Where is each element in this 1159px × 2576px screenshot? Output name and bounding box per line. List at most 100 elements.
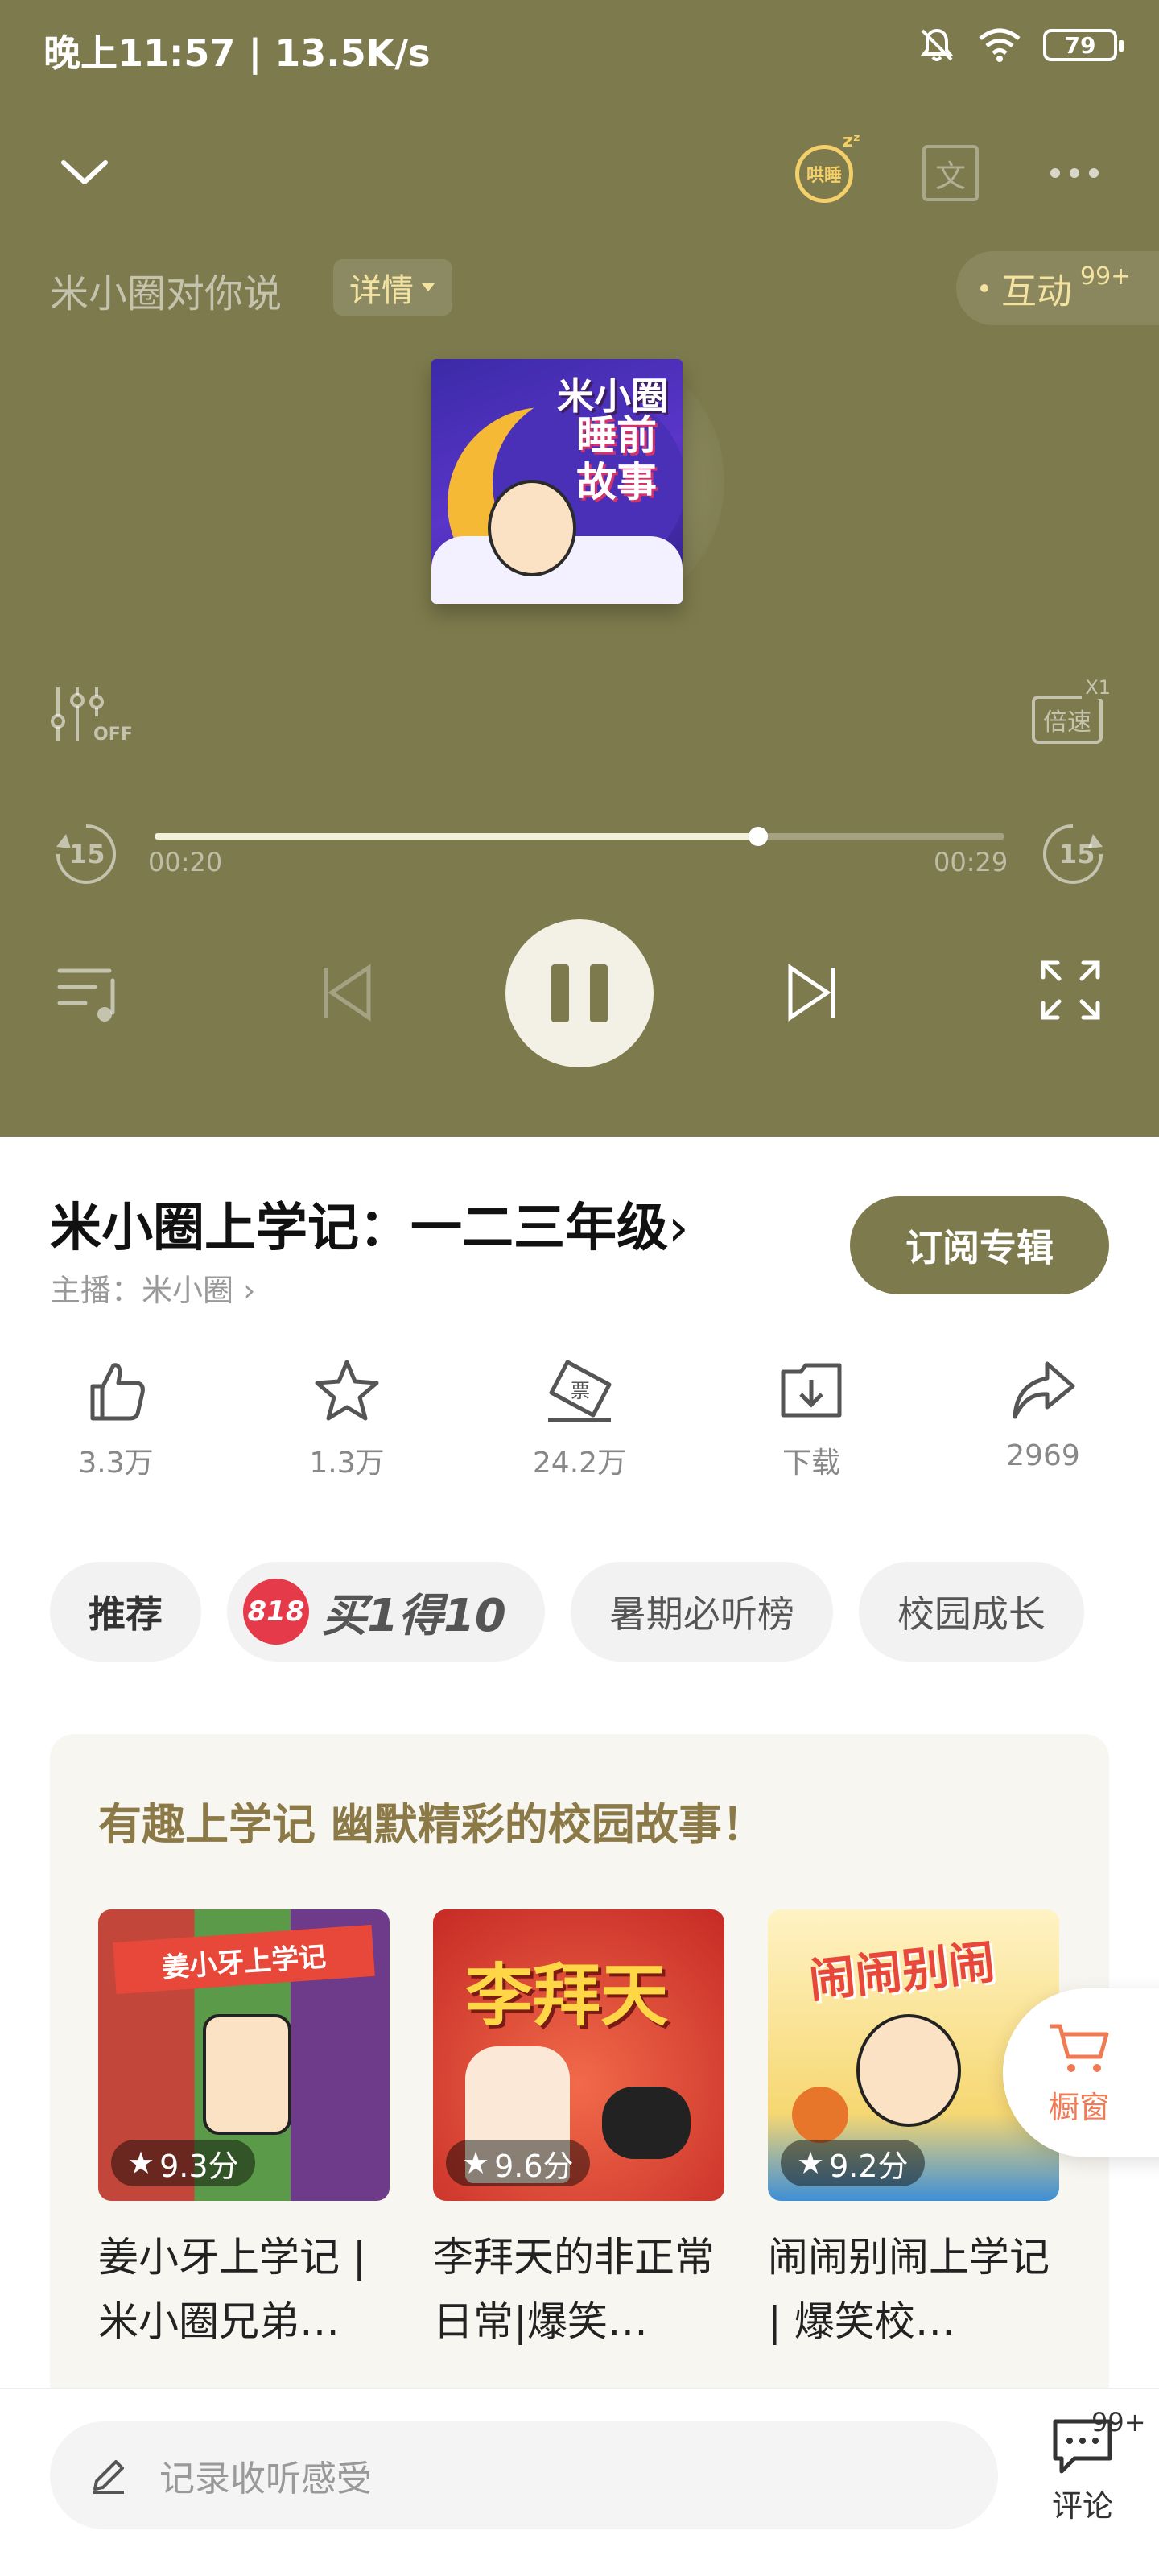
score-badge: ★ 9.3分 [111,2140,255,2186]
rewind-label: 15 [69,839,105,869]
more-dots-icon [1050,168,1099,178]
skip-previous-icon [324,964,371,1022]
track-title[interactable]: 米小圈上学记：一二三年级› [50,1187,689,1261]
share-count: 2969 [1006,1439,1080,1472]
player-panel: 晚上11:57 | 13.5K/s 79 哄睡 zᶻ 文 米小圈对你说 详情 互… [0,0,1159,1137]
playlist-icon [57,968,115,1022]
interact-button[interactable]: 互动 99+ [956,251,1159,325]
host-link[interactable]: 主播：米小圈 › [50,1265,255,1310]
caret-down-icon [422,283,435,291]
recommendation-item[interactable]: 姜小牙上学记 ★ 9.3分 姜小牙上学记 | 米小圈兄弟… [98,1909,390,2354]
chevron-down-icon [61,160,108,184]
sleep-icon: 哄睡 zᶻ [795,131,860,203]
cover-banner: 姜小牙上学记 [113,1924,375,1995]
fullscreen-button[interactable] [1038,958,1103,1022]
chevron-right-icon: › [233,1273,256,1308]
playlist-button[interactable] [53,956,126,1029]
chevron-right-icon: › [668,1199,689,1258]
detail-label: 详情 [349,272,414,309]
star-icon [315,1360,379,1421]
score-badge: ★ 9.2分 [781,2140,925,2186]
comment-label: 评论 [1051,2488,1113,2524]
interact-label: 互动 [1001,271,1072,312]
battery-indicator: 79 [1043,29,1124,61]
recommendation-item[interactable]: 闹闹别闹 ★ 9.2分 闹闹别闹上学记 | 爆笑校… [768,1909,1059,2354]
album-by[interactable]: 米小圈对你说 [50,262,282,318]
recommendation-title: 李拜天的非正常日常|爆笑… [433,2234,715,2345]
forward-label: 15 [1059,839,1095,869]
share-button[interactable]: 2969 [963,1356,1124,1472]
star-icon: ★ [462,2145,490,2181]
pause-bar-left [551,964,569,1022]
comment-badge: 99+ [1091,2407,1146,2438]
score-value: 9.6分 [494,2148,574,2184]
character-illustration [488,480,576,576]
pencil-icon [93,2460,124,2494]
tag-row: 推荐 818 买1得10 暑期必听榜 校园成长 [50,1562,1084,1662]
score-badge: ★ 9.6分 [446,2140,590,2186]
share-icon [1013,1361,1075,1419]
expand-icon [1041,960,1100,1020]
score-value: 9.2分 [829,2148,909,2184]
favorite-count: 1.3万 [309,1447,385,1480]
cat-illustration [602,2087,691,2159]
star-icon: ★ [797,2145,825,2181]
speed-value: X1 [1082,676,1114,699]
promo-text: 买1得10 [322,1589,506,1642]
like-count: 3.3万 [78,1447,154,1480]
time-total: 00:29 [934,847,1008,877]
favorite-button[interactable]: 1.3万 [266,1356,427,1481]
skip-next-icon [788,964,835,1022]
subscribe-button[interactable]: 订阅专辑 [850,1196,1109,1294]
progress-thumb[interactable] [748,827,768,846]
previous-button[interactable] [320,963,377,1022]
status-icons: 79 [918,26,1124,64]
more-button[interactable] [1046,153,1103,193]
recommendation-cover: 李拜天 ★ 9.6分 [433,1909,724,2201]
speed-icon: 倍速 [1032,696,1103,744]
tag-campus[interactable]: 校园成长 [858,1562,1084,1662]
recommendation-title: 姜小牙上学记 | 米小圈兄弟… [98,2234,366,2345]
speed-button[interactable]: 倍速 X1 [1032,676,1114,749]
character-illustration [856,2014,961,2127]
cover-title: 李拜天 [465,1956,669,2035]
sleep-label: 哄睡 [806,166,842,186]
next-button[interactable] [782,963,839,1022]
recommendation-heading: 有趣上学记 幽默精彩的校园故事！ [98,1799,765,1850]
text-icon: 文 [934,158,966,194]
host-name: 主播：米小圈 [50,1273,234,1308]
album-cover[interactable]: 米小圈 睡前故事 [431,359,683,604]
speed-label: 倍速 [1043,708,1091,737]
mute-bell-icon [920,28,954,61]
vote-count: 24.2万 [532,1447,627,1480]
comment-input[interactable]: 记录收听感受 [50,2421,998,2529]
character-illustration [203,2014,291,2135]
tag-summer-chart[interactable]: 暑期必听榜 [570,1562,833,1662]
lyrics-button[interactable]: 文 [922,145,979,201]
recommendation-item[interactable]: 李拜天 ★ 9.6分 李拜天的非正常日常|爆笑… [433,1909,724,2354]
tag-recommend[interactable]: 推荐 [50,1562,201,1662]
ball-illustration [792,2087,848,2143]
dot-icon [980,284,988,292]
wifi-icon [979,28,1021,62]
vote-button[interactable]: 票 24.2万 [499,1356,660,1481]
action-row: 3.3万 1.3万 票 24.2万 下载 2969 [0,1356,1159,1501]
cover-title: 闹闹别闹 [806,1934,998,2008]
comment-placeholder: 记录收听感受 [159,2458,372,2500]
like-button[interactable]: 3.3万 [35,1356,196,1481]
download-button[interactable]: 下载 [731,1356,892,1481]
recommendation-cover: 姜小牙上学记 ★ 9.3分 [98,1909,390,2201]
forward-15-button[interactable]: 15 [1037,818,1109,890]
sound-effect-button[interactable]: OFF [50,684,133,749]
thumbs-up-icon [90,1363,145,1421]
shop-window-button[interactable]: 橱窗 [1003,1988,1159,2157]
ticket-icon: 票 [548,1360,612,1422]
sleep-timer-button[interactable]: 哄睡 zᶻ [792,131,860,211]
collapse-button[interactable] [56,148,113,196]
detail-chip[interactable]: 详情 [333,259,452,316]
time-current: 00:20 [148,847,223,877]
status-time: 晚上11:57 | 13.5K/s [43,31,431,75]
tag-promo[interactable]: 818 买1得10 [227,1562,545,1662]
pause-button[interactable] [505,919,654,1067]
rewind-15-button[interactable]: 15 [50,818,122,890]
